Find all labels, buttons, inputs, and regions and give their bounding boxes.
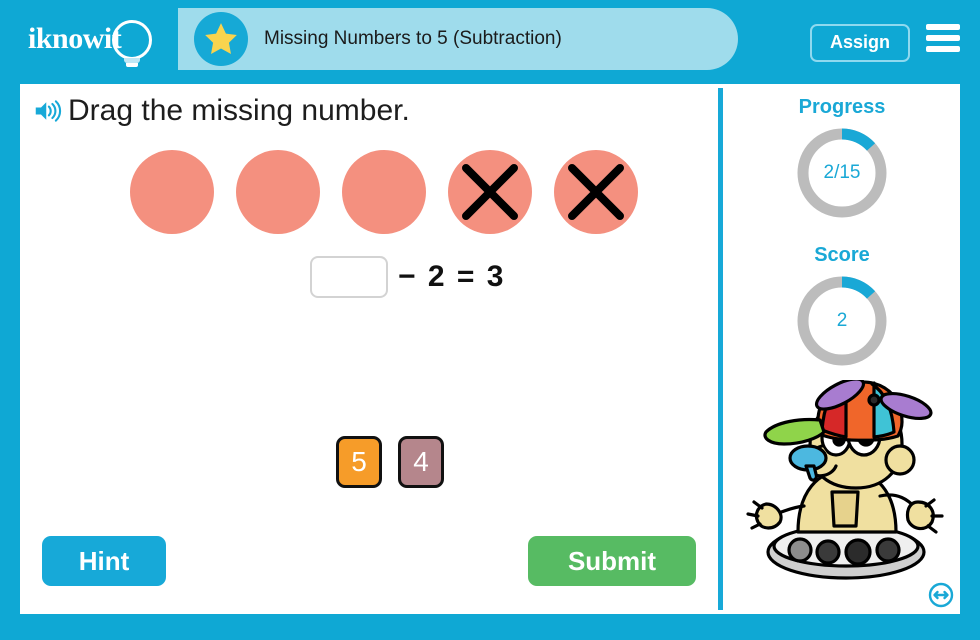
star-icon	[205, 23, 237, 55]
submit-button[interactable]: Submit	[528, 536, 696, 586]
counter-group	[130, 150, 638, 234]
progress-donut: 2/15	[794, 125, 890, 221]
score-label: Score	[814, 244, 870, 266]
counter-circle	[342, 150, 426, 234]
number-tile-tray: 54	[336, 436, 444, 488]
assign-button[interactable]: Assign	[809, 24, 910, 62]
speaker-icon[interactable]	[34, 98, 62, 124]
hamburger-bar	[926, 46, 960, 52]
progress-stat: Progress 2/15	[724, 96, 960, 221]
cross-out-icon	[568, 164, 624, 220]
brand-logo[interactable]: iknowit	[26, 18, 166, 68]
lightbulb-base-tip-icon	[126, 63, 138, 67]
hamburger-bar	[926, 24, 960, 30]
stats-sidebar: Progress 2/15 Score 2	[724, 84, 960, 614]
number-tile-5[interactable]: 5	[336, 436, 382, 488]
cross-out-icon	[462, 164, 518, 220]
lightbulb-icon	[112, 20, 152, 60]
answer-drop-slot[interactable]	[310, 256, 388, 298]
counter-circle	[130, 150, 214, 234]
question-prompt: Drag the missing number.	[34, 94, 410, 128]
lesson-title-pill: Missing Numbers to 5 (Subtraction)	[178, 8, 738, 70]
number-tile-4[interactable]: 4	[398, 436, 444, 488]
page-title: Missing Numbers to 5 (Subtraction)	[264, 28, 562, 49]
counter-circle-crossed	[448, 150, 532, 234]
hamburger-bar	[926, 35, 960, 41]
resize-horizontal-icon[interactable]	[928, 582, 954, 608]
content-card: Drag the missing number. − 2 = 3 54 Hint…	[20, 84, 960, 614]
brand-logo-text: iknowit	[28, 22, 122, 55]
robot-mascot-propeller-hat	[746, 380, 944, 580]
progress-label: Progress	[798, 96, 886, 118]
counter-circle-crossed	[554, 150, 638, 234]
score-donut: 2	[794, 273, 890, 369]
equation-text: − 2 = 3	[398, 260, 506, 293]
equation-row: − 2 = 3	[310, 256, 505, 298]
app-header: iknowit Missing Numbers to 5 (Subtractio…	[0, 0, 980, 78]
star-badge	[194, 12, 248, 66]
hamburger-menu-icon[interactable]	[926, 24, 960, 52]
hint-button[interactable]: Hint	[42, 536, 166, 586]
score-value: 2	[836, 310, 848, 331]
score-stat: Score 2	[724, 244, 960, 369]
progress-value: 2/15	[823, 162, 861, 183]
counter-circle	[236, 150, 320, 234]
prompt-text: Drag the missing number.	[68, 94, 410, 127]
panel-divider	[718, 88, 723, 610]
app-root: iknowit Missing Numbers to 5 (Subtractio…	[0, 0, 980, 640]
